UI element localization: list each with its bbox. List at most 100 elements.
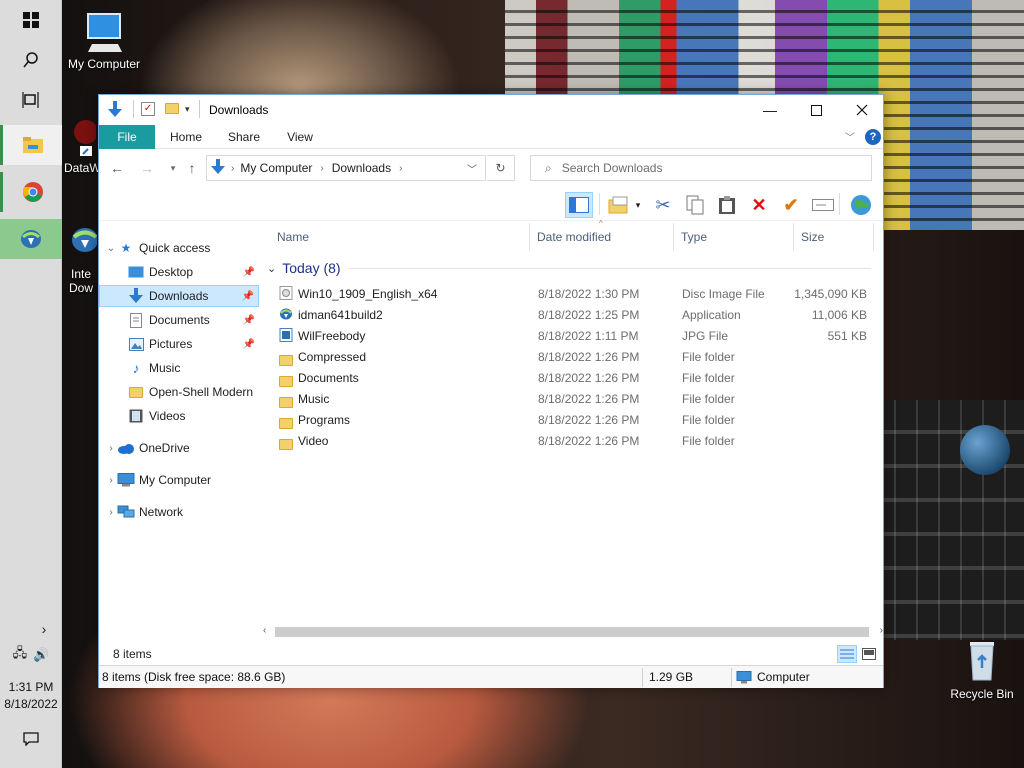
desktop-icon-datawiz[interactable]: DataW: [64, 118, 98, 175]
breadcrumb-downloads[interactable]: Downloads: [332, 161, 391, 175]
taskbar-internet-download-manager[interactable]: [0, 219, 62, 259]
help-icon[interactable]: ?: [865, 129, 881, 145]
desktop-icon-recycle-bin[interactable]: Recycle Bin: [944, 636, 1020, 701]
tray-overflow-chevron[interactable]: ›: [0, 612, 62, 646]
nav-desktop[interactable]: Desktop 📌: [99, 261, 259, 283]
internet-options-button[interactable]: [847, 192, 875, 218]
qat-customize-icon[interactable]: ▾: [185, 104, 190, 115]
select-button[interactable]: ✔: [777, 192, 805, 218]
tab-file[interactable]: File: [99, 125, 155, 149]
copy-button[interactable]: [681, 192, 709, 218]
clock-date[interactable]: 8/18/2022: [0, 697, 62, 711]
taskbar-chrome[interactable]: [0, 172, 62, 212]
pin-icon[interactable]: 📌: [243, 339, 255, 350]
cell-date: 8/18/2022 1:26 PM: [538, 413, 640, 427]
task-view-button[interactable]: [0, 80, 62, 120]
refresh-button[interactable]: ↻: [487, 155, 515, 181]
taskbar-file-explorer[interactable]: [0, 125, 62, 165]
pin-icon[interactable]: 📌: [243, 315, 255, 326]
recent-locations-button[interactable]: ▾: [163, 158, 183, 178]
downloads-location-icon: [211, 158, 225, 178]
table-row[interactable]: Music 8/18/2022 1:26 PM File folder: [263, 388, 873, 409]
up-button[interactable]: ↑: [182, 158, 202, 178]
forward-button[interactable]: →: [137, 158, 157, 178]
properties-icon[interactable]: ✓: [141, 102, 155, 116]
volume-icon[interactable]: 🔊: [33, 647, 49, 663]
nav-label: Network: [139, 505, 184, 519]
tab-view[interactable]: View: [275, 125, 325, 149]
scroll-right-icon[interactable]: ›: [880, 625, 883, 636]
column-header-type[interactable]: Type: [681, 223, 707, 251]
table-row[interactable]: Compressed 8/18/2022 1:26 PM File folder: [263, 346, 873, 367]
cell-type: File folder: [682, 392, 735, 406]
column-separator[interactable]: [793, 223, 794, 251]
table-row[interactable]: Win10_1909_English_x64 8/18/2022 1:30 PM…: [263, 283, 873, 304]
folder-icon: [279, 414, 293, 429]
group-header-today[interactable]: ⌄ Today (8): [267, 257, 871, 279]
nav-onedrive[interactable]: › OneDrive: [99, 437, 259, 459]
cut-button[interactable]: ✂: [649, 192, 677, 218]
scrollbar-thumb[interactable]: [275, 627, 869, 637]
desktop-icon-internet-download-manager[interactable]: Inte Dow: [64, 222, 98, 295]
search-box[interactable]: ⌕ Search Downloads: [530, 155, 872, 181]
nav-music[interactable]: ♪ Music: [99, 357, 259, 379]
table-row[interactable]: Documents 8/18/2022 1:26 PM File folder: [263, 367, 873, 388]
nav-network[interactable]: › Network: [99, 501, 259, 523]
column-separator[interactable]: [673, 223, 674, 251]
copy-icon: [686, 195, 704, 215]
address-bar[interactable]: › My Computer › Downloads › ﹀: [206, 155, 486, 181]
address-history-chevron-icon[interactable]: ﹀: [467, 161, 477, 176]
tab-share[interactable]: Share: [219, 125, 269, 149]
scroll-left-icon[interactable]: ‹: [263, 625, 266, 636]
computer-icon: [736, 671, 752, 684]
taskbar: › 🖧 🔊 1:31 PM 8/18/2022: [0, 0, 62, 768]
clock-time[interactable]: 1:31 PM: [0, 680, 62, 694]
paste-button[interactable]: [713, 192, 741, 218]
delete-button[interactable]: ✕: [745, 192, 773, 218]
rename-button[interactable]: [809, 192, 837, 218]
close-button[interactable]: [839, 95, 885, 125]
column-header-size[interactable]: Size: [801, 223, 824, 251]
table-row[interactable]: WilFreebody 8/18/2022 1:11 PM JPG File 5…: [263, 325, 873, 346]
column-header-name[interactable]: Name: [277, 223, 309, 251]
search-button[interactable]: [0, 40, 62, 80]
nav-downloads[interactable]: Downloads 📌: [99, 285, 259, 307]
back-button[interactable]: ←: [107, 158, 127, 178]
horizontal-scrollbar[interactable]: ‹ ›: [263, 625, 883, 639]
group-divider: [348, 267, 871, 269]
table-row[interactable]: idman641build2 8/18/2022 1:25 PM Applica…: [263, 304, 873, 325]
folder-options-button[interactable]: [605, 192, 633, 218]
nav-pictures[interactable]: Pictures 📌: [99, 333, 259, 355]
star-icon: ★: [120, 241, 132, 255]
table-row[interactable]: Video 8/18/2022 1:26 PM File folder: [263, 430, 873, 451]
disk-free-space: 8 items (Disk free space: 88.6 GB): [102, 670, 286, 684]
ribbon-expand-chevron-icon[interactable]: ﹀: [845, 129, 855, 144]
navigation-pane-toggle[interactable]: [565, 192, 593, 218]
table-row[interactable]: Programs 8/18/2022 1:26 PM File folder: [263, 409, 873, 430]
desktop-icon-my-computer[interactable]: My Computer: [64, 10, 144, 71]
pin-icon[interactable]: 📌: [242, 291, 254, 302]
tab-home[interactable]: Home: [161, 125, 211, 149]
cell-name: Programs: [298, 413, 351, 427]
cell-name: idman641build2: [298, 308, 383, 322]
large-icons-view-button[interactable]: [859, 645, 879, 663]
column-separator[interactable]: [873, 223, 874, 251]
network-tray-icon[interactable]: 🖧: [13, 644, 28, 666]
details-view-button[interactable]: [837, 645, 857, 663]
nav-open-shell[interactable]: Open-Shell Modern: [99, 381, 259, 403]
folder-options-dropdown[interactable]: ▾: [631, 192, 645, 218]
column-separator[interactable]: [529, 223, 530, 251]
minimize-button[interactable]: —: [747, 95, 793, 125]
pin-icon[interactable]: 📌: [243, 267, 255, 278]
maximize-button[interactable]: [793, 95, 839, 125]
nav-videos[interactable]: Videos: [99, 405, 259, 427]
ribbon-tabs: File Home Share View ﹀ ?: [99, 125, 883, 149]
nav-documents[interactable]: Documents 📌: [99, 309, 259, 331]
nav-quick-access[interactable]: ⌄ ★ Quick access: [99, 237, 259, 259]
start-button[interactable]: [0, 0, 62, 40]
nav-my-computer[interactable]: › My Computer: [99, 469, 259, 491]
new-folder-icon[interactable]: [165, 103, 179, 117]
qat-download-icon: [107, 101, 123, 122]
action-center-button[interactable]: [0, 722, 62, 756]
breadcrumb-my-computer[interactable]: My Computer: [240, 161, 312, 175]
